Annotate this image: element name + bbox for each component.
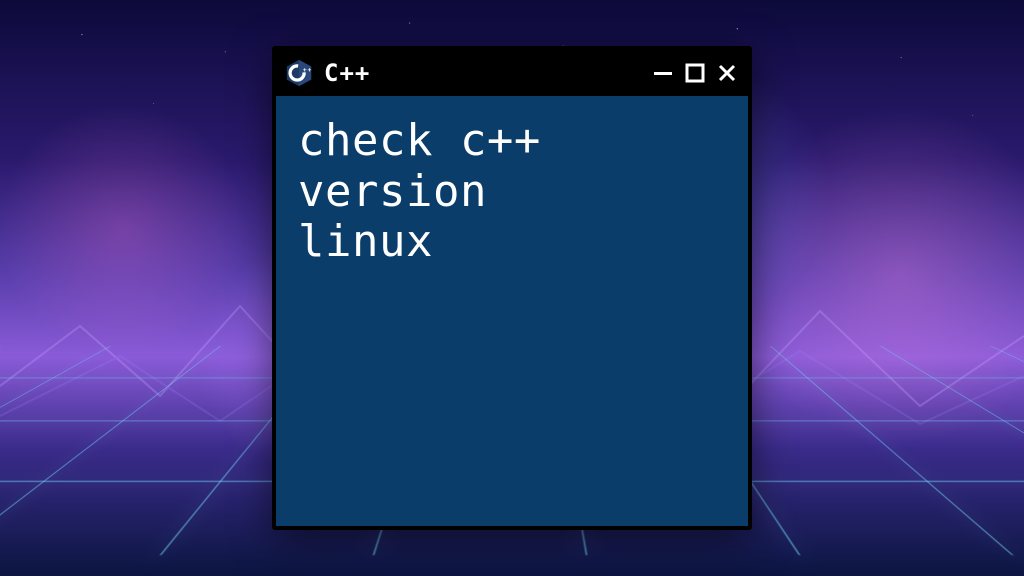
cpp-logo-icon: + + — [284, 58, 314, 88]
close-button[interactable] — [716, 62, 738, 84]
minimize-button[interactable] — [652, 62, 674, 84]
window-controls — [652, 62, 738, 84]
close-icon — [717, 63, 737, 83]
minimize-icon — [653, 63, 673, 83]
maximize-button[interactable] — [684, 62, 706, 84]
terminal-body[interactable]: check c++ version linux — [276, 96, 748, 526]
maximize-icon — [685, 63, 705, 83]
window-title: C++ — [324, 59, 642, 87]
svg-text:+: + — [307, 67, 311, 74]
svg-text:+: + — [303, 67, 307, 74]
terminal-window: + + C++ — [272, 46, 752, 530]
terminal-text: check c++ version linux — [298, 116, 726, 268]
window-titlebar[interactable]: + + C++ — [276, 50, 748, 96]
